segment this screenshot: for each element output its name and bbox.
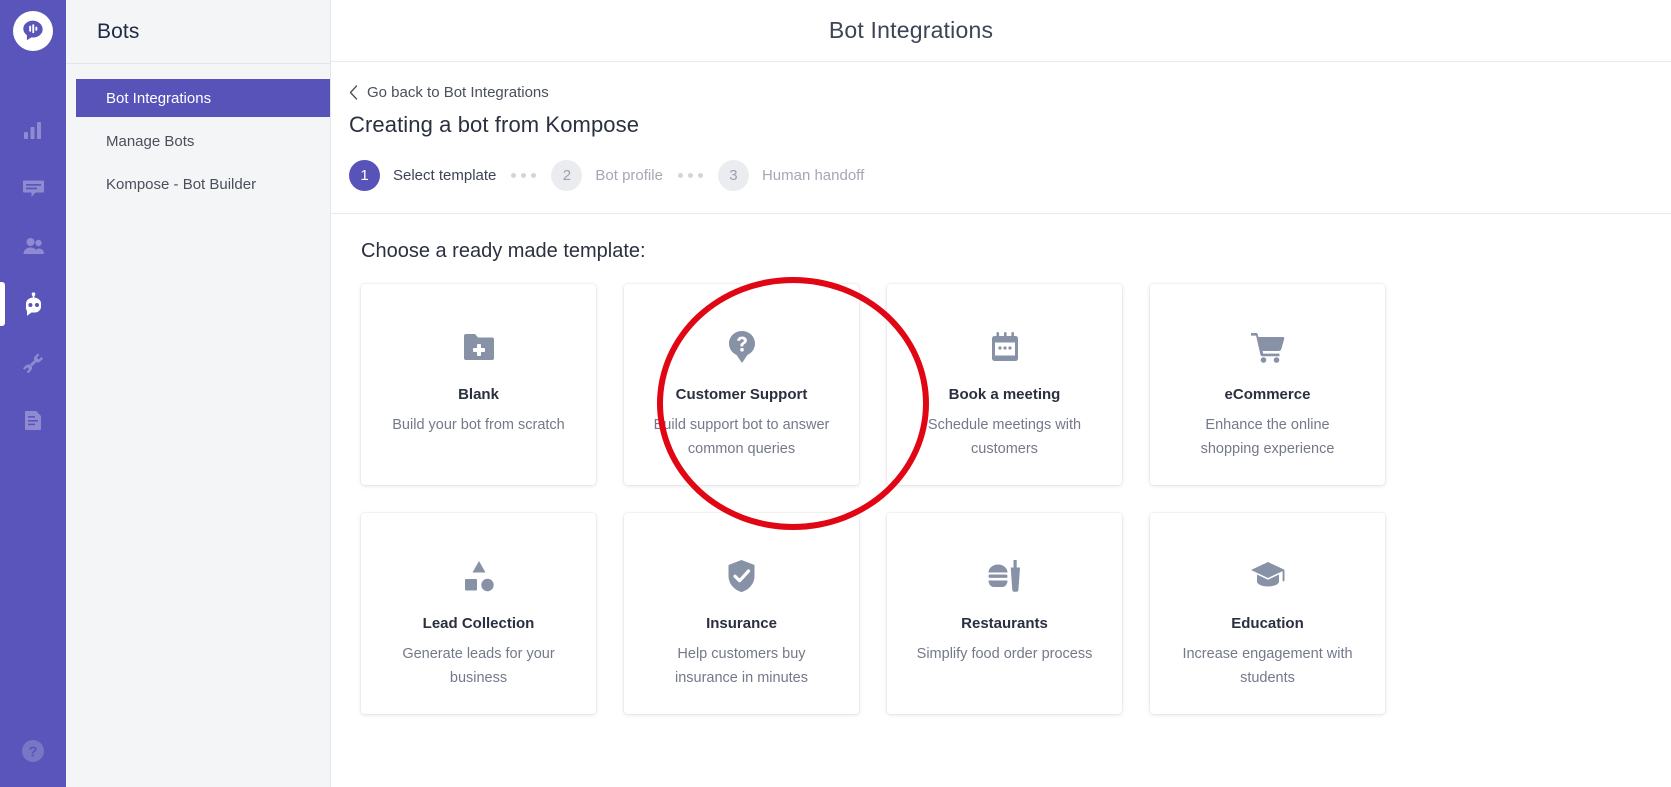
sidebar-item-label: Kompose - Bot Builder xyxy=(106,175,257,193)
template-title: Customer Support xyxy=(675,386,808,403)
back-to-bot-integrations-link[interactable]: Go back to Bot Integrations xyxy=(349,84,1671,101)
template-card-education[interactable]: Education Increase engagement with stude… xyxy=(1150,513,1385,714)
shapes-icon xyxy=(462,557,496,595)
step-label: Select template xyxy=(393,167,497,184)
rail-item-list xyxy=(0,101,66,449)
wizard-stepper: 1 Select template 2 Bot profile 3 Human … xyxy=(349,160,1671,191)
template-card-restaurants[interactable]: Restaurants Simplify food order process xyxy=(887,513,1122,714)
template-title: Insurance xyxy=(706,615,777,632)
page-header-title: Bot Integrations xyxy=(828,17,994,43)
fast-food-icon xyxy=(987,557,1023,595)
conversations-icon xyxy=(22,180,44,197)
step-label: Bot profile xyxy=(595,167,663,184)
page-title: Creating a bot from Kompose xyxy=(349,112,640,137)
step-bot-profile[interactable]: 2 Bot profile xyxy=(551,160,663,191)
calendar-icon xyxy=(989,328,1021,366)
integrations-plug-icon xyxy=(22,352,43,373)
docs-icon xyxy=(25,411,41,430)
rail-item-conversations[interactable] xyxy=(0,159,66,217)
template-description: Enhance the online shopping experience xyxy=(1200,417,1335,457)
chevron-left-icon xyxy=(349,85,358,100)
section-title: Choose a ready made template: xyxy=(361,240,646,262)
template-description: Simplify food order process xyxy=(916,646,1093,662)
sidebar-item-kompose-bot-builder[interactable]: Kompose - Bot Builder xyxy=(76,165,330,203)
main-area: Bot Integrations Go back to Bot Integrat… xyxy=(331,0,1671,787)
template-title: Lead Collection xyxy=(422,615,535,632)
template-card-insurance[interactable]: Insurance Help customers buy insurance i… xyxy=(624,513,859,714)
sidebar-item-label: Manage Bots xyxy=(106,132,195,150)
template-card-blank[interactable]: Blank Build your bot from scratch xyxy=(361,284,596,485)
step-select-template[interactable]: 1 Select template xyxy=(349,160,496,191)
rail-item-help[interactable]: ? xyxy=(0,737,66,765)
rail-item-docs[interactable] xyxy=(0,391,66,449)
rail-item-users[interactable] xyxy=(0,217,66,275)
step-number: 1 xyxy=(349,160,380,191)
step-label: Human handoff xyxy=(761,167,865,184)
rail-item-analytics[interactable] xyxy=(0,101,66,159)
primary-icon-rail: ? xyxy=(0,0,66,787)
template-description: Schedule meetings with customers xyxy=(927,417,1082,457)
graduation-cap-icon xyxy=(1250,557,1286,595)
step-human-handoff[interactable]: 3 Human handoff xyxy=(717,160,865,191)
question-chat-icon xyxy=(726,328,758,366)
analytics-icon xyxy=(24,122,41,139)
shopping-cart-icon xyxy=(1250,328,1286,366)
back-link-label: Go back to Bot Integrations xyxy=(367,84,549,101)
template-card-ecommerce[interactable]: eCommerce Enhance the online shopping ex… xyxy=(1150,284,1385,485)
template-title: Education xyxy=(1231,615,1304,632)
template-title: eCommerce xyxy=(1224,386,1311,403)
template-card-book-a-meeting[interactable]: Book a meeting Schedule meetings with cu… xyxy=(887,284,1122,485)
help-circle-icon: ? xyxy=(22,740,44,762)
step-number: 3 xyxy=(717,160,749,191)
users-icon xyxy=(23,237,44,254)
main-content: Go back to Bot Integrations Creating a b… xyxy=(331,62,1671,714)
template-description: Help customers buy insurance in minutes xyxy=(675,646,808,686)
template-description: Build your bot from scratch xyxy=(392,417,565,433)
step-number: 2 xyxy=(551,160,583,191)
kommunicate-logo-icon[interactable] xyxy=(13,11,53,51)
rail-item-integrations[interactable] xyxy=(0,333,66,391)
sidebar-item-manage-bots[interactable]: Manage Bots xyxy=(76,122,330,160)
folder-plus-icon xyxy=(462,328,496,366)
sidebar-item-bot-integrations[interactable]: Bot Integrations xyxy=(76,79,330,117)
step-connector-dots xyxy=(511,173,537,178)
template-title: Restaurants xyxy=(961,615,1048,632)
template-description: Build support bot to answer common queri… xyxy=(653,417,830,457)
sidebar-title: Bots xyxy=(97,20,140,43)
template-title: Book a meeting xyxy=(948,386,1061,403)
template-description: Generate leads for your business xyxy=(402,646,555,686)
secondary-sidebar: Bots Bot Integrations Manage Bots Kompos… xyxy=(66,0,331,787)
shield-check-icon xyxy=(727,557,756,595)
template-grid: Blank Build your bot from scratch Custom… xyxy=(361,284,1671,714)
template-card-lead-collection[interactable]: Lead Collection Generate leads for your … xyxy=(361,513,596,714)
template-description: Increase engagement with students xyxy=(1182,646,1353,686)
sidebar-item-label: Bot Integrations xyxy=(106,89,212,107)
main-header: Bot Integrations xyxy=(331,0,1671,62)
sidebar-nav: Bot Integrations Manage Bots Kompose - B… xyxy=(66,64,330,203)
speech-bubble-logo-glyph xyxy=(23,20,43,41)
template-card-customer-support[interactable]: Customer Support Build support bot to an… xyxy=(624,284,859,485)
bots-icon xyxy=(25,291,41,316)
svg-text:?: ? xyxy=(28,744,37,761)
template-title: Blank xyxy=(458,386,499,403)
app-root: ? Bots Bot Integrations Manage Bots Komp… xyxy=(0,0,1671,787)
step-connector-dots xyxy=(677,173,703,178)
rail-item-bots[interactable] xyxy=(0,275,66,333)
stepper-divider xyxy=(331,213,1671,214)
